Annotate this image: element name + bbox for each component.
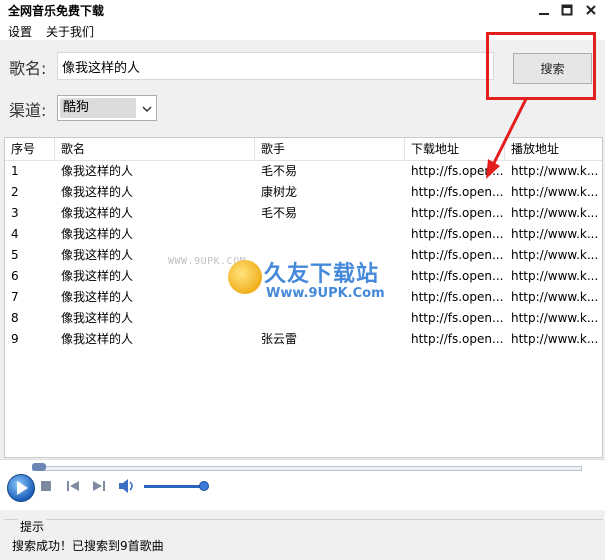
minimize-icon: [539, 13, 549, 15]
cell-download-url: http://fs.open...: [411, 206, 504, 220]
cell-index: 3: [11, 206, 19, 220]
cell-download-url: http://fs.open...: [411, 269, 504, 283]
cell-play-url: http://www.k...: [511, 227, 599, 241]
cell-index: 1: [11, 164, 19, 178]
column-header-index[interactable]: 序号: [5, 138, 55, 160]
watermark-main-text: 久友下载站: [264, 262, 380, 287]
cell-download-url: http://fs.open...: [411, 290, 504, 304]
cell-singer: 张云雷: [261, 332, 298, 346]
channel-label: 渠道:: [9, 101, 47, 120]
cell-index: 6: [11, 269, 19, 283]
volume-icon[interactable]: [118, 478, 136, 494]
cell-index: 2: [11, 185, 19, 199]
cell-singer: 毛不易: [261, 164, 298, 178]
cell-index: 5: [11, 248, 19, 262]
status-message: 搜索成功！已搜索到9首歌曲: [12, 539, 164, 553]
cell-play-url: http://www.k...: [511, 248, 599, 262]
cell-download-url: http://fs.open...: [411, 332, 504, 346]
cell-play-url: http://www.k...: [511, 206, 599, 220]
window-title: 全网音乐免费下载: [8, 4, 105, 18]
cell-play-url: http://www.k...: [511, 311, 599, 325]
table-row[interactable]: 9 像我这样的人 张云雷 http://fs.open... http://ww…: [5, 329, 602, 350]
cell-index: 4: [11, 227, 19, 241]
watermark-url-text: Www.9UPK.Com: [266, 286, 385, 301]
stop-icon[interactable]: [40, 480, 52, 492]
channel-selected-value: 酷狗: [60, 98, 136, 118]
media-player: [0, 459, 605, 510]
cell-title: 像我这样的人: [61, 227, 134, 241]
menu-settings[interactable]: 设置: [8, 23, 32, 40]
chevron-down-icon: [142, 106, 152, 113]
cell-title: 像我这样的人: [61, 164, 134, 178]
cell-download-url: http://fs.open...: [411, 185, 504, 199]
play-icon: [17, 481, 28, 495]
column-header-title[interactable]: 歌名: [55, 138, 255, 160]
next-icon[interactable]: [92, 480, 106, 492]
cell-singer: 康树龙: [261, 185, 298, 199]
cell-play-url: http://www.k...: [511, 290, 599, 304]
cell-play-url: http://www.k...: [511, 185, 599, 199]
previous-icon[interactable]: [66, 480, 80, 492]
play-button[interactable]: [7, 474, 35, 502]
watermark-logo-icon: [228, 260, 262, 294]
cell-singer: 毛不易: [261, 206, 298, 220]
close-button[interactable]: [578, 0, 604, 20]
maximize-icon: [561, 4, 573, 16]
song-name-input[interactable]: [57, 52, 494, 80]
cell-index: 8: [11, 311, 19, 325]
close-icon: [586, 5, 596, 15]
cell-play-url: http://www.k...: [511, 269, 599, 283]
maximize-button[interactable]: [554, 0, 580, 20]
table-row[interactable]: 2 像我这样的人 康树龙 http://fs.open... http://ww…: [5, 182, 602, 203]
table-row[interactable]: 3 像我这样的人 毛不易 http://fs.open... http://ww…: [5, 203, 602, 224]
cell-title: 像我这样的人: [61, 332, 134, 346]
menu-about[interactable]: 关于我们: [46, 23, 94, 40]
watermark: WWW.9UPK.COM 久友下载站 Www.9UPK.Com: [168, 252, 398, 312]
cell-index: 7: [11, 290, 19, 304]
status-panel: 提示 搜索成功！已搜索到9首歌曲: [4, 518, 603, 560]
annotation-arrow-icon: [486, 98, 528, 179]
cell-title: 像我这样的人: [61, 206, 134, 220]
channel-select[interactable]: 酷狗: [57, 95, 157, 121]
table-row[interactable]: 4 像我这样的人 http://fs.open... http://www.k.…: [5, 224, 602, 245]
cell-index: 9: [11, 332, 19, 346]
seek-bar[interactable]: [32, 466, 582, 471]
volume-thumb[interactable]: [199, 481, 209, 491]
column-header-singer[interactable]: 歌手: [255, 138, 405, 160]
cell-download-url: http://fs.open...: [411, 311, 504, 325]
cell-play-url: http://www.k...: [511, 332, 599, 346]
status-title: 提示: [18, 518, 47, 535]
cell-download-url: http://fs.open...: [411, 248, 504, 262]
annotation-highlight-box: [486, 32, 596, 100]
cell-download-url: http://fs.open...: [411, 227, 504, 241]
song-label: 歌名:: [9, 59, 47, 78]
cell-singer: [255, 224, 405, 245]
volume-slider[interactable]: [144, 485, 206, 488]
cell-title: 像我这样的人: [61, 185, 134, 199]
title-bar: 全网音乐免费下载: [0, 0, 605, 20]
seek-thumb[interactable]: [32, 463, 46, 471]
